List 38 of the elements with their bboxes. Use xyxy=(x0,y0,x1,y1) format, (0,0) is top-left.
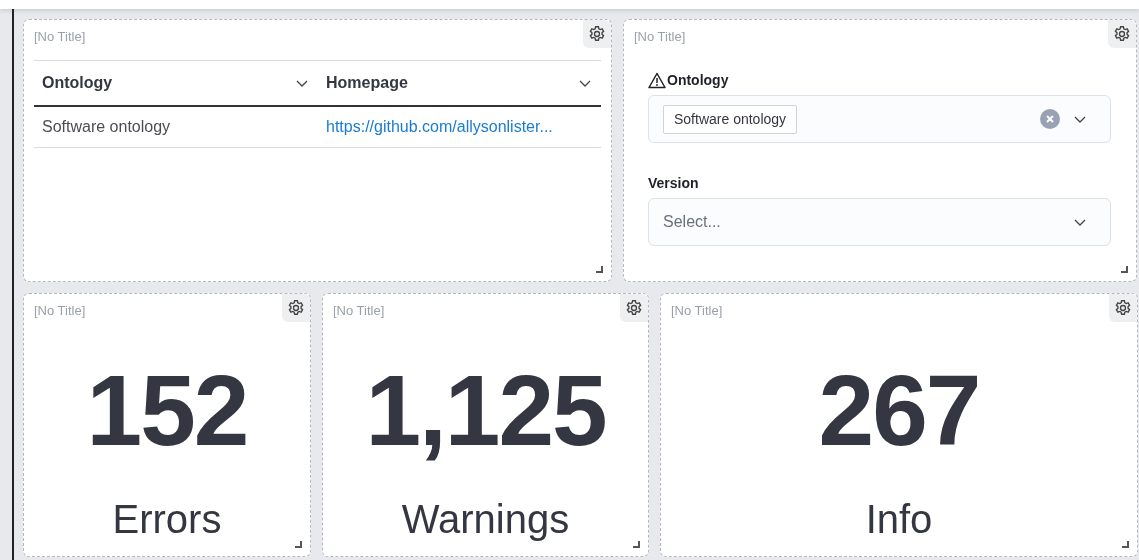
stat-value: 267 xyxy=(818,353,980,468)
panel-title: [No Title] xyxy=(333,302,385,320)
select-field[interactable]: Software ontology xyxy=(648,95,1111,143)
stat-value: 1,125 xyxy=(365,353,606,468)
select-field[interactable]: Select... xyxy=(648,198,1111,246)
field-label: Ontology xyxy=(667,70,729,90)
clear-icon[interactable] xyxy=(1040,109,1060,129)
table-cell-text: Software ontology xyxy=(42,117,171,137)
settings-button[interactable] xyxy=(1108,20,1136,48)
panel-title: [No Title] xyxy=(34,302,86,320)
resize-handle-icon[interactable] xyxy=(1121,266,1128,273)
stat-value: 152 xyxy=(86,353,248,468)
selected-tag[interactable]: Software ontology xyxy=(663,104,798,134)
settings-button[interactable] xyxy=(620,294,648,322)
settings-icon xyxy=(624,298,644,318)
settings-button[interactable] xyxy=(1109,294,1137,322)
field-label: Version xyxy=(648,173,699,193)
resize-handle-icon[interactable] xyxy=(295,541,302,548)
settings-icon xyxy=(587,24,607,44)
settings-button[interactable] xyxy=(282,294,310,322)
panel-title: [No Title] xyxy=(34,28,86,46)
panel-title: [No Title] xyxy=(671,302,723,320)
panel-title: [No Title] xyxy=(634,28,686,46)
resize-handle-icon[interactable] xyxy=(633,541,640,548)
select-placeholder: Select... xyxy=(663,212,722,232)
stat-label: Errors xyxy=(112,496,222,542)
warning-icon xyxy=(648,71,666,89)
resize-handle-icon[interactable] xyxy=(1122,541,1129,548)
resize-handle-icon[interactable] xyxy=(596,266,603,273)
settings-icon xyxy=(286,298,306,318)
stat-label: Info xyxy=(865,496,933,542)
settings-button[interactable] xyxy=(583,20,611,48)
settings-icon xyxy=(1113,298,1133,318)
stat-label: Warnings xyxy=(401,496,570,542)
homepage-link[interactable]: https://github.com/allysonlister... xyxy=(326,115,553,139)
settings-icon xyxy=(1112,24,1132,44)
column-header[interactable]: Homepage xyxy=(318,61,601,105)
column-header[interactable]: Ontology xyxy=(34,61,318,105)
